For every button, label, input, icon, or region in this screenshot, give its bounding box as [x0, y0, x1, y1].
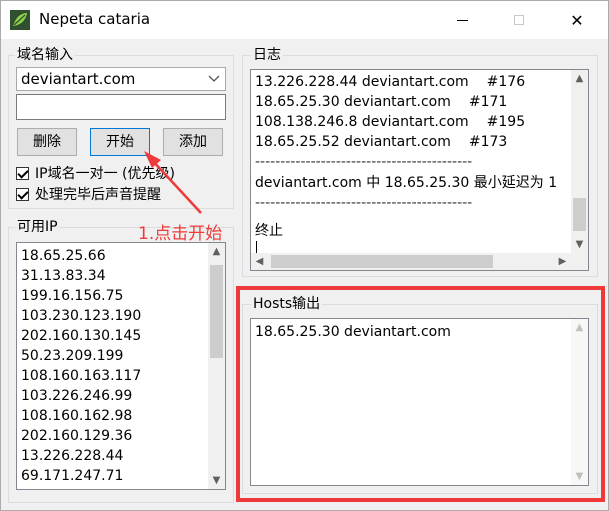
app-window: Nepeta cataria ✕ 域名输入 deviantart.com 删除 … — [0, 0, 609, 511]
annotation-label: 1.点击开始 — [138, 224, 223, 244]
annotation-arrow-icon — [144, 151, 202, 214]
